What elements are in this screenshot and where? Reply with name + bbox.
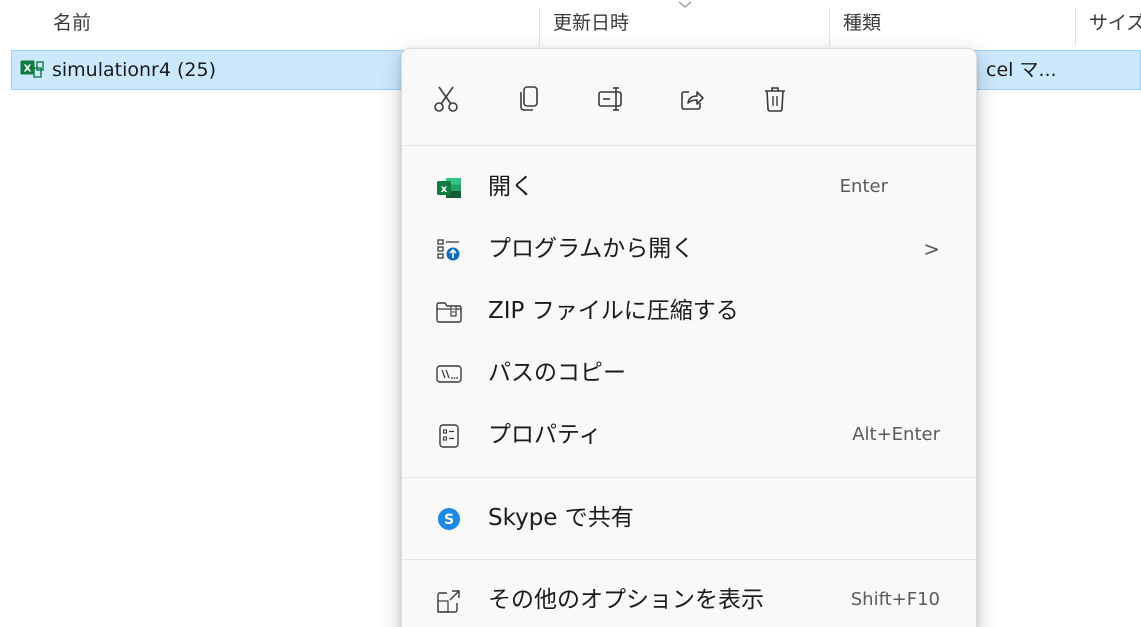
menu-item-label: パスのコピー [488, 360, 626, 386]
svg-text:X: X [24, 64, 32, 75]
menu-item-label: 開く [488, 174, 534, 200]
column-divider[interactable] [1075, 8, 1076, 46]
copy-icon [520, 86, 538, 111]
column-type-header[interactable]: 種類 [843, 0, 881, 46]
menu-item-shortcut: Shift+F10 [850, 589, 940, 610]
excel-icon: x [436, 175, 462, 201]
column-divider[interactable] [829, 8, 830, 46]
rename-icon [598, 87, 622, 111]
share-icon [681, 91, 704, 110]
menu-item-label: ZIP ファイルに圧縮する [488, 298, 739, 324]
menu-item-open-with[interactable]: プログラムから開く > [410, 218, 968, 280]
context-menu: x 開く Enter プログラムから開く > ZIP ファイルに圧縮する パスの… [401, 48, 977, 627]
file-explorer: 名前 更新日時 種類 サイズ X simulationr4 (25) cel マ… [0, 0, 1141, 627]
scissors-icon [434, 86, 458, 112]
properties-icon [436, 423, 462, 449]
menu-divider [402, 477, 976, 478]
column-name-header[interactable]: 名前 [53, 0, 91, 46]
file-type: cel マ... [986, 59, 1057, 81]
file-name[interactable]: simulationr4 (25) [52, 51, 216, 89]
excel-macro-file-icon: X [20, 60, 44, 78]
column-header: 名前 更新日時 種類 サイズ [0, 0, 1141, 46]
menu-item-label: その他のオプションを表示 [488, 587, 764, 613]
menu-item-properties[interactable]: プロパティ Alt+Enter [410, 404, 968, 466]
copy-button[interactable] [509, 79, 549, 119]
skype-icon: S [436, 506, 462, 532]
menu-divider [402, 145, 976, 146]
submenu-chevron-icon: > [923, 237, 940, 261]
copy-path-icon [436, 361, 462, 387]
menu-item-shortcut: Alt+Enter [852, 424, 940, 445]
open-with-icon [436, 237, 462, 263]
menu-item-copy-path[interactable]: パスのコピー [410, 342, 968, 404]
column-divider[interactable] [539, 8, 540, 46]
zip-folder-icon [436, 299, 462, 325]
menu-item-open[interactable]: x 開く Enter [410, 156, 968, 218]
menu-item-compress-zip[interactable]: ZIP ファイルに圧縮する [410, 280, 968, 342]
column-size-header[interactable]: サイズ [1089, 0, 1141, 46]
delete-button[interactable] [755, 79, 795, 119]
rename-button[interactable] [592, 79, 632, 119]
trash-icon [765, 87, 785, 112]
cut-button[interactable] [426, 79, 466, 119]
menu-item-label: プログラムから開く [488, 236, 695, 262]
menu-item-label: プロパティ [488, 422, 602, 448]
menu-item-share-skype[interactable]: S Skype で共有 [410, 487, 968, 549]
svg-text:x: x [441, 184, 448, 195]
menu-item-more-options[interactable]: その他のオプションを表示 Shift+F10 [410, 569, 968, 627]
sort-caret-icon [678, 1, 692, 8]
quick-actions-bar [402, 49, 976, 145]
more-options-icon [436, 588, 462, 614]
svg-text:S: S [444, 512, 454, 528]
menu-item-shortcut: Enter [839, 176, 888, 197]
menu-item-label: Skype で共有 [488, 505, 634, 531]
column-modified-header[interactable]: 更新日時 [553, 0, 629, 46]
share-button[interactable] [672, 79, 712, 119]
menu-divider [402, 559, 976, 560]
